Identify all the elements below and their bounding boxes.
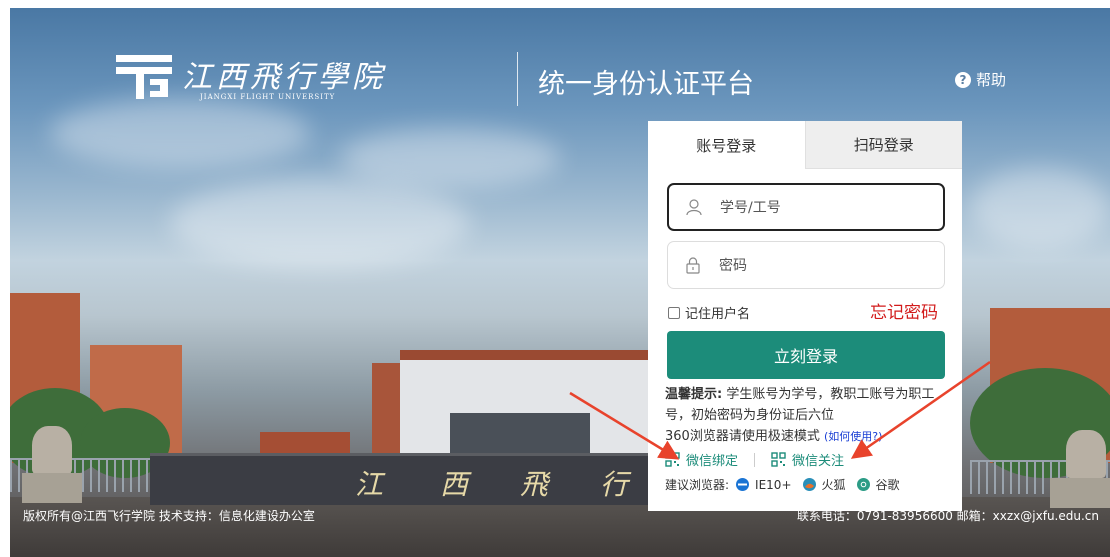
- sign-char: 飛: [520, 468, 549, 501]
- username-placeholder: 学号/工号: [720, 200, 781, 216]
- browser-ie: IE10+: [735, 477, 792, 492]
- pedestal-left: [22, 473, 82, 503]
- cloud: [340, 128, 560, 188]
- recommended-browsers: 建议浏览器: IE10+ 火狐 谷歌: [665, 476, 904, 493]
- page-title: 统一身份认证平台: [538, 69, 754, 100]
- cloud: [970, 168, 1110, 248]
- wechat-row: 微信绑定 微信关注: [665, 450, 844, 469]
- header-divider: [517, 52, 518, 106]
- question-icon: ?: [955, 71, 971, 88]
- sign-char: 江: [355, 468, 384, 501]
- copyright-text: 版权所有@江西飞行学院 技术支持：信息化建设办公室: [23, 509, 315, 523]
- qrcode-icon: [771, 452, 786, 467]
- remember-label: 记住用户名: [685, 307, 751, 322]
- qrcode-icon: [665, 452, 680, 467]
- sign-char: 行: [600, 468, 629, 501]
- campus-sign-wall: [150, 453, 650, 505]
- user-icon: [686, 199, 702, 216]
- help-link[interactable]: ? 帮助: [955, 69, 1006, 90]
- center-building-windows: [450, 413, 590, 453]
- browser-chrome: 谷歌: [856, 476, 900, 493]
- lock-icon: [686, 257, 700, 274]
- tab-account-login[interactable]: 账号登录: [648, 121, 805, 169]
- stone-lion-left: [32, 426, 72, 474]
- browser-ie-label: IE10+: [755, 477, 792, 492]
- remember-username[interactable]: 记住用户名: [668, 303, 750, 322]
- password-placeholder: 密码: [719, 258, 747, 274]
- browser-firefox: 火狐: [802, 476, 846, 493]
- login-button[interactable]: 立刻登录: [667, 331, 945, 379]
- university-logo-icon: [116, 55, 172, 99]
- cloud: [170, 178, 470, 268]
- university-logo-text: 江西飛行學院: [182, 60, 386, 95]
- help-label: 帮助: [976, 71, 1007, 89]
- browsers-label: 建议浏览器:: [665, 478, 730, 492]
- password-field[interactable]: 密码: [667, 241, 945, 289]
- sign-char: 西: [440, 468, 469, 501]
- university-logo-english: JIANGXI FLIGHT UNIVERSITY: [200, 93, 336, 101]
- login-tabs: 账号登录 扫码登录: [648, 121, 962, 169]
- wechat-follow-label: 微信关注: [792, 454, 845, 469]
- browser-mode-text: 360浏览器请使用极速模式: [665, 429, 820, 444]
- username-field[interactable]: 学号/工号: [667, 183, 945, 231]
- ie-icon: [736, 478, 750, 491]
- forgot-password-link[interactable]: 忘记密码: [870, 298, 938, 323]
- login-tip: 温馨提示: 学生账号为学号，教职工账号为职工号，初始密码为身份证后六位 360浏…: [665, 384, 955, 447]
- cloud: [50, 98, 310, 168]
- browser-firefox-label: 火狐: [821, 478, 846, 492]
- browser-chrome-label: 谷歌: [875, 478, 900, 492]
- login-panel: 账号登录 扫码登录 学号/工号 密码 记住用户名 忘记密码 立刻登录 温馨提示:…: [648, 121, 962, 511]
- contact-text: 联系电话：0791-83956600 邮箱：xxzx@jxfu.edu.cn: [796, 509, 1099, 523]
- tab-qrcode-login[interactable]: 扫码登录: [804, 121, 962, 169]
- separator: [754, 452, 756, 467]
- firefox-icon: [802, 478, 816, 491]
- stone-lion-right: [1066, 430, 1106, 478]
- how-to-use-link[interactable]: (如何使用?): [824, 430, 882, 443]
- remember-checkbox[interactable]: [668, 306, 680, 319]
- wechat-bind-link[interactable]: 微信绑定: [665, 450, 738, 469]
- pedestal-right: [1050, 478, 1110, 508]
- wechat-follow-link[interactable]: 微信关注: [771, 450, 844, 469]
- tip-title: 温馨提示:: [665, 387, 723, 402]
- low-building: [260, 432, 350, 454]
- chrome-icon: [856, 478, 870, 491]
- wechat-bind-label: 微信绑定: [686, 454, 739, 469]
